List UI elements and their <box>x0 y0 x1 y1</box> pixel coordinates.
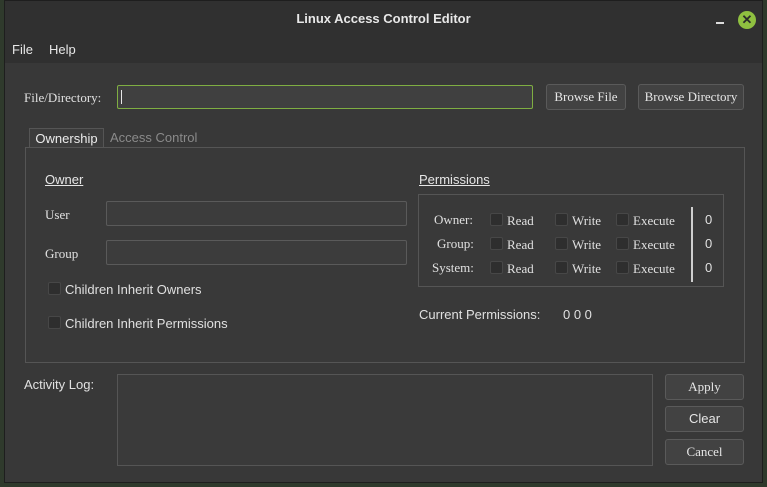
owner-execute-checkbox[interactable] <box>616 213 629 226</box>
owner-read-label: Read <box>507 213 534 228</box>
menu-bar: File Help <box>5 37 762 63</box>
path-input[interactable] <box>117 85 533 109</box>
group-input[interactable] <box>106 240 407 265</box>
minimize-button[interactable] <box>713 9 727 27</box>
permissions-heading: Permissions <box>419 172 490 187</box>
menu-file[interactable]: File <box>12 42 33 57</box>
main-window: Linux Access Control Editor ✕ File Help … <box>4 0 763 483</box>
inherit-owners-label: Children Inherit Owners <box>65 282 202 297</box>
browse-directory-button[interactable]: Browse Directory <box>638 84 744 110</box>
minimize-icon <box>716 22 724 24</box>
permissions-divider <box>691 207 693 282</box>
system-execute-checkbox[interactable] <box>616 261 629 274</box>
owner-write-checkbox[interactable] <box>555 213 568 226</box>
current-permissions-label: Current Permissions: <box>419 307 541 322</box>
system-read-checkbox[interactable] <box>490 261 503 274</box>
menu-help[interactable]: Help <box>49 42 76 57</box>
group-read-label: Read <box>507 237 534 252</box>
apply-button[interactable]: Apply <box>665 374 744 400</box>
activity-log-label: Activity Log: <box>24 377 95 392</box>
system-read-label: Read <box>507 261 534 276</box>
browse-file-button[interactable]: Browse File <box>546 84 626 110</box>
owner-heading: Owner <box>45 172 84 187</box>
perm-row-system-label: System: <box>432 260 474 275</box>
system-permission-value: 0 <box>705 260 713 275</box>
owner-permission-value: 0 <box>705 212 713 227</box>
group-read-checkbox[interactable] <box>490 237 503 250</box>
user-label: User <box>45 207 70 222</box>
inherit-permissions-checkbox[interactable] <box>48 316 61 329</box>
tab-ownership[interactable]: Ownership <box>29 128 104 147</box>
cancel-button[interactable]: Cancel <box>665 439 744 465</box>
inherit-owners-checkbox[interactable] <box>48 282 61 295</box>
inherit-permissions-label: Children Inherit Permissions <box>65 316 228 331</box>
group-execute-checkbox[interactable] <box>616 237 629 250</box>
group-execute-label: Execute <box>633 237 675 252</box>
clear-button[interactable]: Clear <box>665 406 744 432</box>
system-execute-label: Execute <box>633 261 675 276</box>
user-input[interactable] <box>106 201 407 226</box>
owner-write-label: Write <box>572 213 602 228</box>
title-bar[interactable]: Linux Access Control Editor ✕ <box>5 1 762 37</box>
close-button[interactable]: ✕ <box>738 11 756 29</box>
permissions-grid: Owner: Read Write Execute 0 Group: Read … <box>418 194 724 287</box>
system-write-label: Write <box>572 261 602 276</box>
owner-read-checkbox[interactable] <box>490 213 503 226</box>
close-icon: ✕ <box>741 12 753 27</box>
current-permissions-value: 0 0 0 <box>563 307 592 322</box>
activity-log[interactable] <box>117 374 653 466</box>
owner-execute-label: Execute <box>633 213 675 228</box>
perm-row-group-label: Group: <box>437 236 474 251</box>
path-label: File/Directory: <box>24 90 102 105</box>
group-write-label: Write <box>572 237 602 252</box>
group-permission-value: 0 <box>705 236 713 251</box>
system-write-checkbox[interactable] <box>555 261 568 274</box>
group-label: Group <box>45 246 79 261</box>
group-write-checkbox[interactable] <box>555 237 568 250</box>
tab-access-control[interactable]: Access Control <box>110 128 205 147</box>
window-title: Linux Access Control Editor <box>296 11 471 26</box>
perm-row-owner-label: Owner: <box>434 212 473 227</box>
text-caret <box>121 90 122 104</box>
